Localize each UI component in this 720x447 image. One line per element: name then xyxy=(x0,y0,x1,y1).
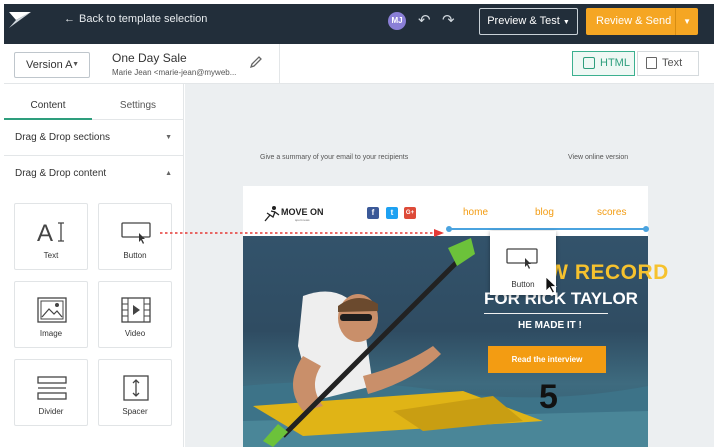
hero-subtitle: HE MADE IT ! xyxy=(518,320,582,331)
facebook-icon[interactable]: f xyxy=(367,207,379,219)
pencil-icon[interactable] xyxy=(249,55,263,69)
tab-content[interactable]: Content xyxy=(4,92,92,120)
video-icon xyxy=(121,297,151,323)
svg-text:A: A xyxy=(37,220,53,245)
html-icon xyxy=(583,57,595,69)
button-icon xyxy=(121,222,151,244)
block-text[interactable]: A Text xyxy=(14,203,88,270)
divider-icon xyxy=(37,376,67,400)
back-to-template-link[interactable]: ← Back to template selection xyxy=(64,13,207,25)
drag-drop-content-header[interactable]: Drag & Drop content ▲ xyxy=(4,156,184,192)
document-icon xyxy=(646,57,657,69)
email-summary-hint[interactable]: Give a summary of your email to your rec… xyxy=(260,154,408,161)
block-spacer[interactable]: Spacer xyxy=(98,359,172,426)
version-dropdown[interactable]: Version A ▼ xyxy=(14,52,90,78)
mouse-cursor-icon xyxy=(545,276,558,294)
preview-test-button[interactable]: Preview & Test ▼ xyxy=(479,8,578,35)
button-separator xyxy=(675,8,676,35)
button-icon xyxy=(506,248,538,269)
drop-target-indicator xyxy=(448,228,646,230)
html-view-tab[interactable]: HTML xyxy=(572,51,635,76)
caret-down-icon[interactable]: ▼ xyxy=(683,8,691,35)
arrow-left-icon: ← xyxy=(64,13,75,25)
caret-down-icon: ▼ xyxy=(72,61,79,68)
nav-link-scores[interactable]: scores xyxy=(597,207,626,218)
brand-tagline: sport news xyxy=(295,218,310,222)
google-plus-icon[interactable]: G+ xyxy=(404,207,416,219)
sender-address: Marie Jean <marie-jean@myweb... xyxy=(112,68,237,77)
twitter-icon[interactable]: t xyxy=(386,207,398,219)
paper-plane-logo-icon[interactable] xyxy=(8,9,32,31)
drop-indicator-dot xyxy=(643,226,649,232)
block-video[interactable]: Video xyxy=(98,281,172,348)
drag-arrow-indicator xyxy=(160,229,444,237)
undo-icon[interactable]: ↶ xyxy=(418,11,431,29)
chevron-up-icon: ▲ xyxy=(165,170,172,177)
redo-icon[interactable]: ↷ xyxy=(442,11,455,29)
email-name: One Day Sale xyxy=(112,51,187,65)
spacer-icon xyxy=(123,375,149,401)
block-image[interactable]: Image xyxy=(14,281,88,348)
caret-down-icon: ▼ xyxy=(562,19,570,26)
user-avatar[interactable]: MJ xyxy=(388,12,406,30)
block-divider[interactable]: Divider xyxy=(14,359,88,426)
review-send-button[interactable]: Review & Send ▼ xyxy=(586,8,698,35)
tab-settings[interactable]: Settings xyxy=(92,92,184,120)
hero-divider xyxy=(484,313,608,314)
image-icon xyxy=(37,297,67,323)
view-online-link[interactable]: View online version xyxy=(568,154,628,161)
chevron-down-icon: ▼ xyxy=(165,134,172,141)
nav-link-home[interactable]: home xyxy=(463,207,488,218)
header-divider xyxy=(279,44,280,84)
read-interview-button[interactable]: Read the interview xyxy=(488,346,606,373)
brand-name: MOVE ON xyxy=(281,207,324,217)
svg-text:5: 5 xyxy=(539,378,558,416)
text-icon: A xyxy=(37,220,64,245)
nav-link-blog[interactable]: blog xyxy=(535,207,554,218)
drag-drop-sections-header[interactable]: Drag & Drop sections ▼ xyxy=(4,120,184,156)
